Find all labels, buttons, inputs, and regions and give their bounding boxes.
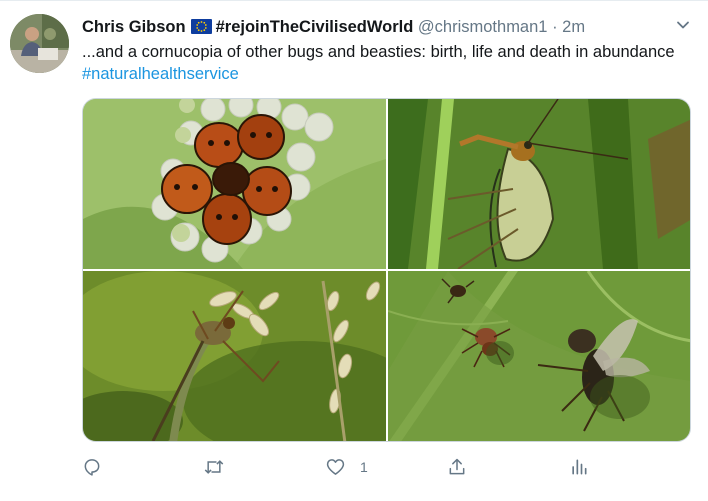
hashtag-link[interactable]: #naturalhealthservice <box>82 65 239 83</box>
eu-flag-icon <box>190 19 212 34</box>
media-grid <box>82 98 691 442</box>
tweet-body: ...and a cornucopia of other bugs and be… <box>82 43 675 61</box>
heart-icon <box>325 457 346 477</box>
share-button[interactable] <box>447 452 467 482</box>
like-count: 1 <box>360 459 368 475</box>
tweet-text: ...and a cornucopia of other bugs and be… <box>82 41 682 85</box>
photo-scorpionfly[interactable] <box>388 99 690 269</box>
reply-icon <box>82 457 102 477</box>
divider <box>0 0 708 1</box>
share-icon <box>447 457 467 477</box>
analytics-button[interactable] <box>569 452 589 482</box>
avatar[interactable] <box>10 14 69 73</box>
chevron-down-icon[interactable] <box>676 18 690 32</box>
author-handle[interactable]: @chrismothman1 <box>418 18 548 36</box>
separator: · <box>552 18 558 36</box>
retweet-icon <box>203 457 225 477</box>
author-name[interactable]: Chris Gibson <box>82 18 186 36</box>
retweet-button[interactable] <box>203 452 225 482</box>
author-name-suffix[interactable]: #rejoinTheCivilisedWorld <box>216 18 414 36</box>
reply-button[interactable] <box>82 452 102 482</box>
like-button[interactable]: 1 <box>325 452 368 482</box>
action-bar: 1 <box>82 452 602 482</box>
analytics-icon <box>569 457 589 477</box>
photo-fly-on-grass[interactable] <box>83 271 386 441</box>
photo-shieldbug-nymphs[interactable] <box>83 99 386 269</box>
tweet-header: Chris Gibson #rejoinTheCivilisedWorld @ch… <box>82 16 585 38</box>
photo-spider-and-fly[interactable] <box>388 271 690 441</box>
timestamp[interactable]: 2m <box>562 18 585 36</box>
tweet[interactable]: Chris Gibson #rejoinTheCivilisedWorld @ch… <box>0 0 708 501</box>
